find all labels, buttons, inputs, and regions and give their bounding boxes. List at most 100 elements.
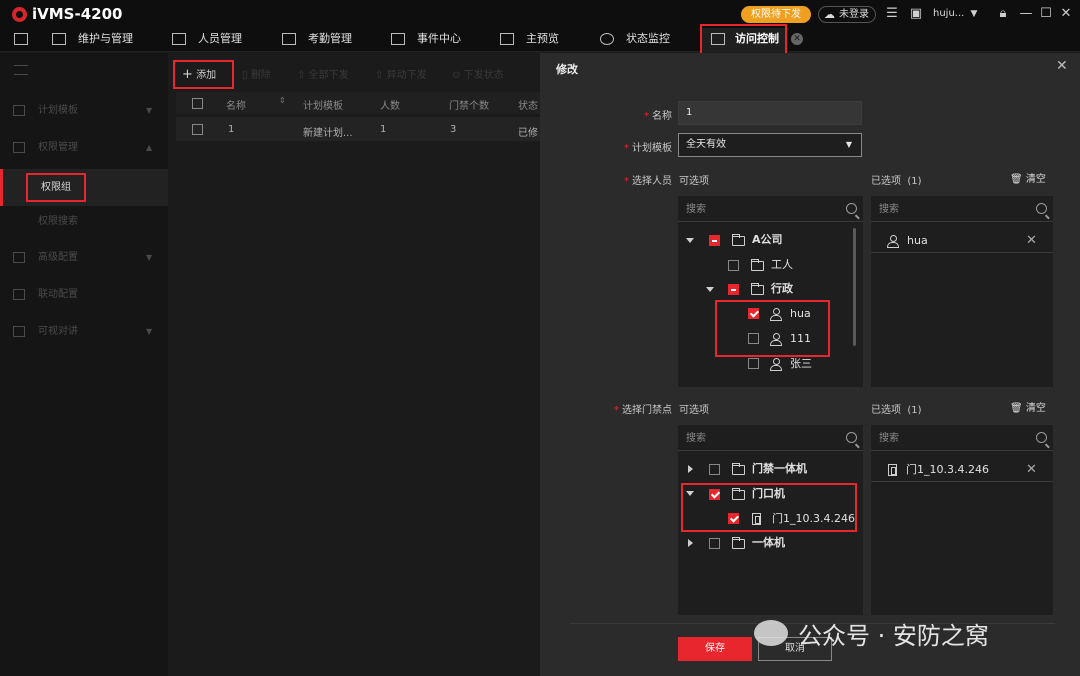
send-status-label: 下发状态	[463, 70, 504, 81]
selected-person-item: hua ✕	[871, 229, 1053, 253]
tree-node-company[interactable]: A公司	[752, 230, 783, 250]
person-scrollbar[interactable]	[853, 228, 856, 346]
required-marker: *	[624, 176, 629, 187]
required-marker: *	[644, 111, 649, 122]
tab-dashboard-grid[interactable]	[14, 28, 40, 52]
folder-icon	[732, 537, 745, 549]
sidebar-item-permission-mgmt[interactable]: 权限管理 ▲	[0, 129, 168, 166]
folder-icon	[751, 283, 764, 295]
person-available-label: 可选项	[679, 176, 709, 187]
tree-node-admin[interactable]: 行政	[771, 279, 793, 299]
cell-doors: 3	[450, 124, 457, 135]
sidebar-item-video-intercom[interactable]: 可视对讲 ▼	[0, 313, 168, 350]
col-status-header[interactable]: 状态	[518, 97, 538, 112]
close-icon[interactable]: ✕	[1058, 6, 1074, 22]
name-label: * 名称	[600, 107, 672, 122]
required-marker: *	[624, 143, 629, 154]
maximize-icon[interactable]: ☐	[1038, 6, 1054, 22]
expand-arrow-icon[interactable]	[688, 539, 693, 547]
tab-label: 人员管理	[198, 32, 242, 45]
template-icon	[13, 105, 25, 116]
permission-pending-badge[interactable]: 权限待下发	[741, 6, 811, 23]
delete-button[interactable]: ▯ 删除	[242, 66, 271, 81]
tab-event-center[interactable]: 事件中心	[391, 28, 461, 52]
send-changed-label: 异动下发	[386, 70, 427, 81]
sidebar-item-linkage-config[interactable]: 联动配置	[0, 276, 168, 313]
door-clear-button[interactable]: 🗑︎ 清空	[1010, 399, 1046, 414]
sidebar-item-permission-search[interactable]: 权限搜索	[0, 203, 168, 240]
search-placeholder: 搜索	[879, 433, 899, 444]
lock-icon[interactable]: 🔒︎	[995, 6, 1011, 22]
col-count-header[interactable]: 人数	[380, 97, 400, 112]
chevron-down-icon: ▼	[146, 327, 153, 336]
dialog-title: 修改	[556, 63, 578, 76]
tab-label: 主预览	[526, 32, 559, 45]
minimize-icon[interactable]: —	[1018, 6, 1034, 22]
search-icon	[846, 203, 857, 214]
tree-checkbox[interactable]	[709, 538, 720, 549]
expand-arrow-icon[interactable]	[686, 238, 694, 243]
tree-node-integrated-unit[interactable]: 门禁一体机	[752, 459, 807, 479]
tree-node-person-zhangsan[interactable]: 张三	[790, 354, 812, 374]
tab-maintenance[interactable]: 维护与管理	[52, 28, 133, 52]
selected-count: (1)	[907, 405, 922, 416]
sidebar-item-label: 联动配置	[38, 289, 78, 300]
list-icon[interactable]: ☰	[884, 6, 900, 22]
expand-arrow-icon[interactable]	[706, 287, 714, 292]
tab-close-icon[interactable]: ✕	[791, 33, 803, 45]
send-changed-button[interactable]: ⇧ 异动下发	[375, 66, 427, 81]
tab-status-monitor[interactable]: 状态监控	[600, 28, 670, 52]
plan-select[interactable]: 全天有效 ▼	[678, 133, 862, 157]
sidebar: 计划模板 ▼ 权限管理 ▲ 权限组 权限搜索 高级配置 ▼ 联动配置 可视对讲 ▼	[0, 53, 168, 676]
door-search-input[interactable]: 搜索	[678, 427, 863, 451]
sort-icon[interactable]: ⇕	[279, 96, 286, 105]
person-icon	[770, 358, 782, 371]
highlight-person-selection	[715, 300, 830, 357]
user-name[interactable]: huju...	[933, 8, 964, 19]
title-bar: iVMS-4200 权限待下发 ☁ 未登录 ☰ ▣ huju... ▼ 🔒︎ —…	[0, 0, 1080, 28]
select-all-checkbox[interactable]	[192, 98, 203, 109]
intercom-icon	[13, 326, 25, 337]
tree-checkbox[interactable]	[728, 260, 739, 271]
door-selected-label: 已选项 (1)	[871, 401, 922, 416]
selected-door-name: 门1_10.3.4.246	[906, 463, 989, 476]
door-selected-search[interactable]: 搜索	[871, 427, 1053, 451]
folder-icon	[751, 259, 764, 271]
tab-person[interactable]: 人员管理	[172, 28, 242, 52]
name-input[interactable]: 1	[678, 101, 862, 125]
person-clear-button[interactable]: 🗑︎ 清空	[1010, 170, 1046, 185]
tree-node-workers[interactable]: 工人	[771, 255, 793, 275]
selected-text: 已选项	[871, 405, 901, 416]
clear-label: 清空	[1025, 174, 1046, 185]
tree-checkbox[interactable]	[748, 358, 759, 369]
remove-item-icon[interactable]: ✕	[1026, 458, 1037, 482]
save-button[interactable]: 保存	[678, 637, 752, 661]
sidebar-item-advanced-config[interactable]: 高级配置 ▼	[0, 239, 168, 276]
col-doors-header[interactable]: 门禁个数	[449, 97, 489, 112]
watermark-text: 公众号 · 安防之窝	[798, 622, 989, 650]
person-search-input[interactable]: 搜索	[678, 198, 863, 222]
tree-checkbox[interactable]	[709, 464, 720, 475]
tab-main-preview[interactable]: 主预览	[500, 28, 559, 52]
expand-arrow-icon[interactable]	[688, 465, 693, 473]
sidebar-collapse-icon[interactable]	[14, 65, 28, 75]
tab-attendance[interactable]: 考勤管理	[282, 28, 352, 52]
search-icon	[1036, 203, 1047, 214]
remove-item-icon[interactable]: ✕	[1026, 229, 1037, 253]
login-status-button[interactable]: ☁ 未登录	[818, 6, 876, 23]
tree-node-all-in-one[interactable]: 一体机	[752, 533, 785, 553]
tree-checkbox[interactable]	[709, 235, 720, 246]
trash-icon: ▯	[242, 70, 248, 81]
send-all-button[interactable]: ⇧ 全部下发	[297, 66, 349, 81]
dialog-close-icon[interactable]: ✕	[1056, 58, 1068, 74]
image-icon[interactable]: ▣	[908, 6, 924, 22]
col-plan-header[interactable]: 计划模板	[303, 97, 343, 112]
tree-checkbox[interactable]	[728, 284, 739, 295]
user-dropdown-icon[interactable]: ▼	[966, 6, 982, 22]
clear-label: 清空	[1025, 403, 1046, 414]
sidebar-item-plan-template[interactable]: 计划模板 ▼	[0, 92, 168, 129]
row-checkbox[interactable]	[192, 124, 203, 135]
send-status-button[interactable]: ⊙ 下发状态	[452, 66, 504, 81]
col-name-header[interactable]: 名称	[226, 97, 246, 112]
person-selected-search[interactable]: 搜索	[871, 198, 1053, 222]
